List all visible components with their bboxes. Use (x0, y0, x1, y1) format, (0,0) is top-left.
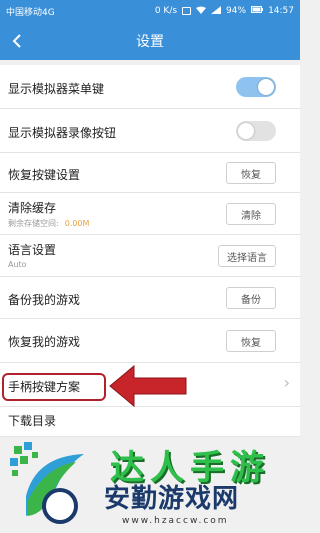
setting-label: 下载目录 (8, 414, 57, 428)
battery-icon (251, 6, 264, 16)
wifi-icon (196, 6, 207, 17)
select-language-button[interactable]: 选择语言 (218, 245, 276, 267)
show-record-button-toggle[interactable] (236, 121, 276, 141)
setting-row-backup-games: 备份我的游戏 备份 (0, 277, 300, 319)
setting-row-show-menu-key: 显示模拟器菜单键 (0, 65, 300, 109)
chevron-left-icon (12, 34, 21, 48)
watermark-logo-icon (10, 442, 84, 524)
setting-row-clear-cache: 清除缓存 剩余存储空间: 0.00M 清除 (0, 193, 300, 235)
setting-row-language: 语言设置 Auto 选择语言 (0, 235, 300, 277)
cache-info-value: 0.00M (64, 219, 90, 228)
setting-label: 恢复我的游戏 (8, 335, 81, 349)
setting-row-restore-keys: 恢复按键设置 恢复 (0, 153, 300, 193)
backup-games-button[interactable]: 备份 (226, 287, 276, 309)
red-arrow-icon (109, 364, 187, 408)
page-title: 设置 (136, 34, 164, 50)
cache-info: 剩余存储空间: 0.00M (8, 218, 89, 229)
setting-row-show-record-button: 显示模拟器录像按钮 (0, 109, 300, 153)
show-menu-key-toggle[interactable] (236, 77, 276, 97)
carrier-label: 中国移动4G (6, 7, 55, 18)
setting-label: 显示模拟器菜单键 (8, 82, 105, 96)
setting-label: 恢复按键设置 (8, 168, 81, 182)
signal-icon (211, 5, 222, 17)
clear-cache-button[interactable]: 清除 (226, 203, 276, 225)
back-button[interactable] (6, 30, 28, 52)
watermark-brand-main: 安勤游戏网 (104, 484, 240, 514)
setting-label: 备份我的游戏 (8, 293, 81, 307)
highlight-box (2, 373, 106, 401)
restore-keys-button[interactable]: 恢复 (226, 162, 276, 184)
setting-label: 显示模拟器录像按钮 (8, 126, 117, 140)
setting-row-restore-games: 恢复我的游戏 恢复 (0, 319, 300, 363)
chevron-right-icon: › (283, 373, 290, 392)
restore-games-button[interactable]: 恢复 (226, 330, 276, 352)
toggle-knob (238, 123, 254, 139)
header: 设置 (0, 22, 300, 60)
time-label: 14:57 (268, 6, 294, 16)
setting-label: 清除缓存 (8, 201, 57, 215)
speed-label: 0 K/s (154, 6, 178, 16)
setting-label: 语言设置 (8, 243, 57, 257)
setting-row-download-dir[interactable]: 下载目录 (0, 407, 300, 437)
language-value: Auto (8, 260, 27, 269)
cache-info-label: 剩余存储空间: (8, 219, 59, 228)
watermark-url: www.hzaccw.com (122, 516, 229, 526)
status-bar: 中国移动4G 0 K/s 94% 14:57 (0, 0, 300, 22)
toggle-knob (258, 79, 274, 95)
battery-label: 94% (226, 6, 247, 16)
status-icons: 0 K/s 94% 14:57 (154, 5, 294, 17)
vibrate-icon (182, 7, 192, 15)
